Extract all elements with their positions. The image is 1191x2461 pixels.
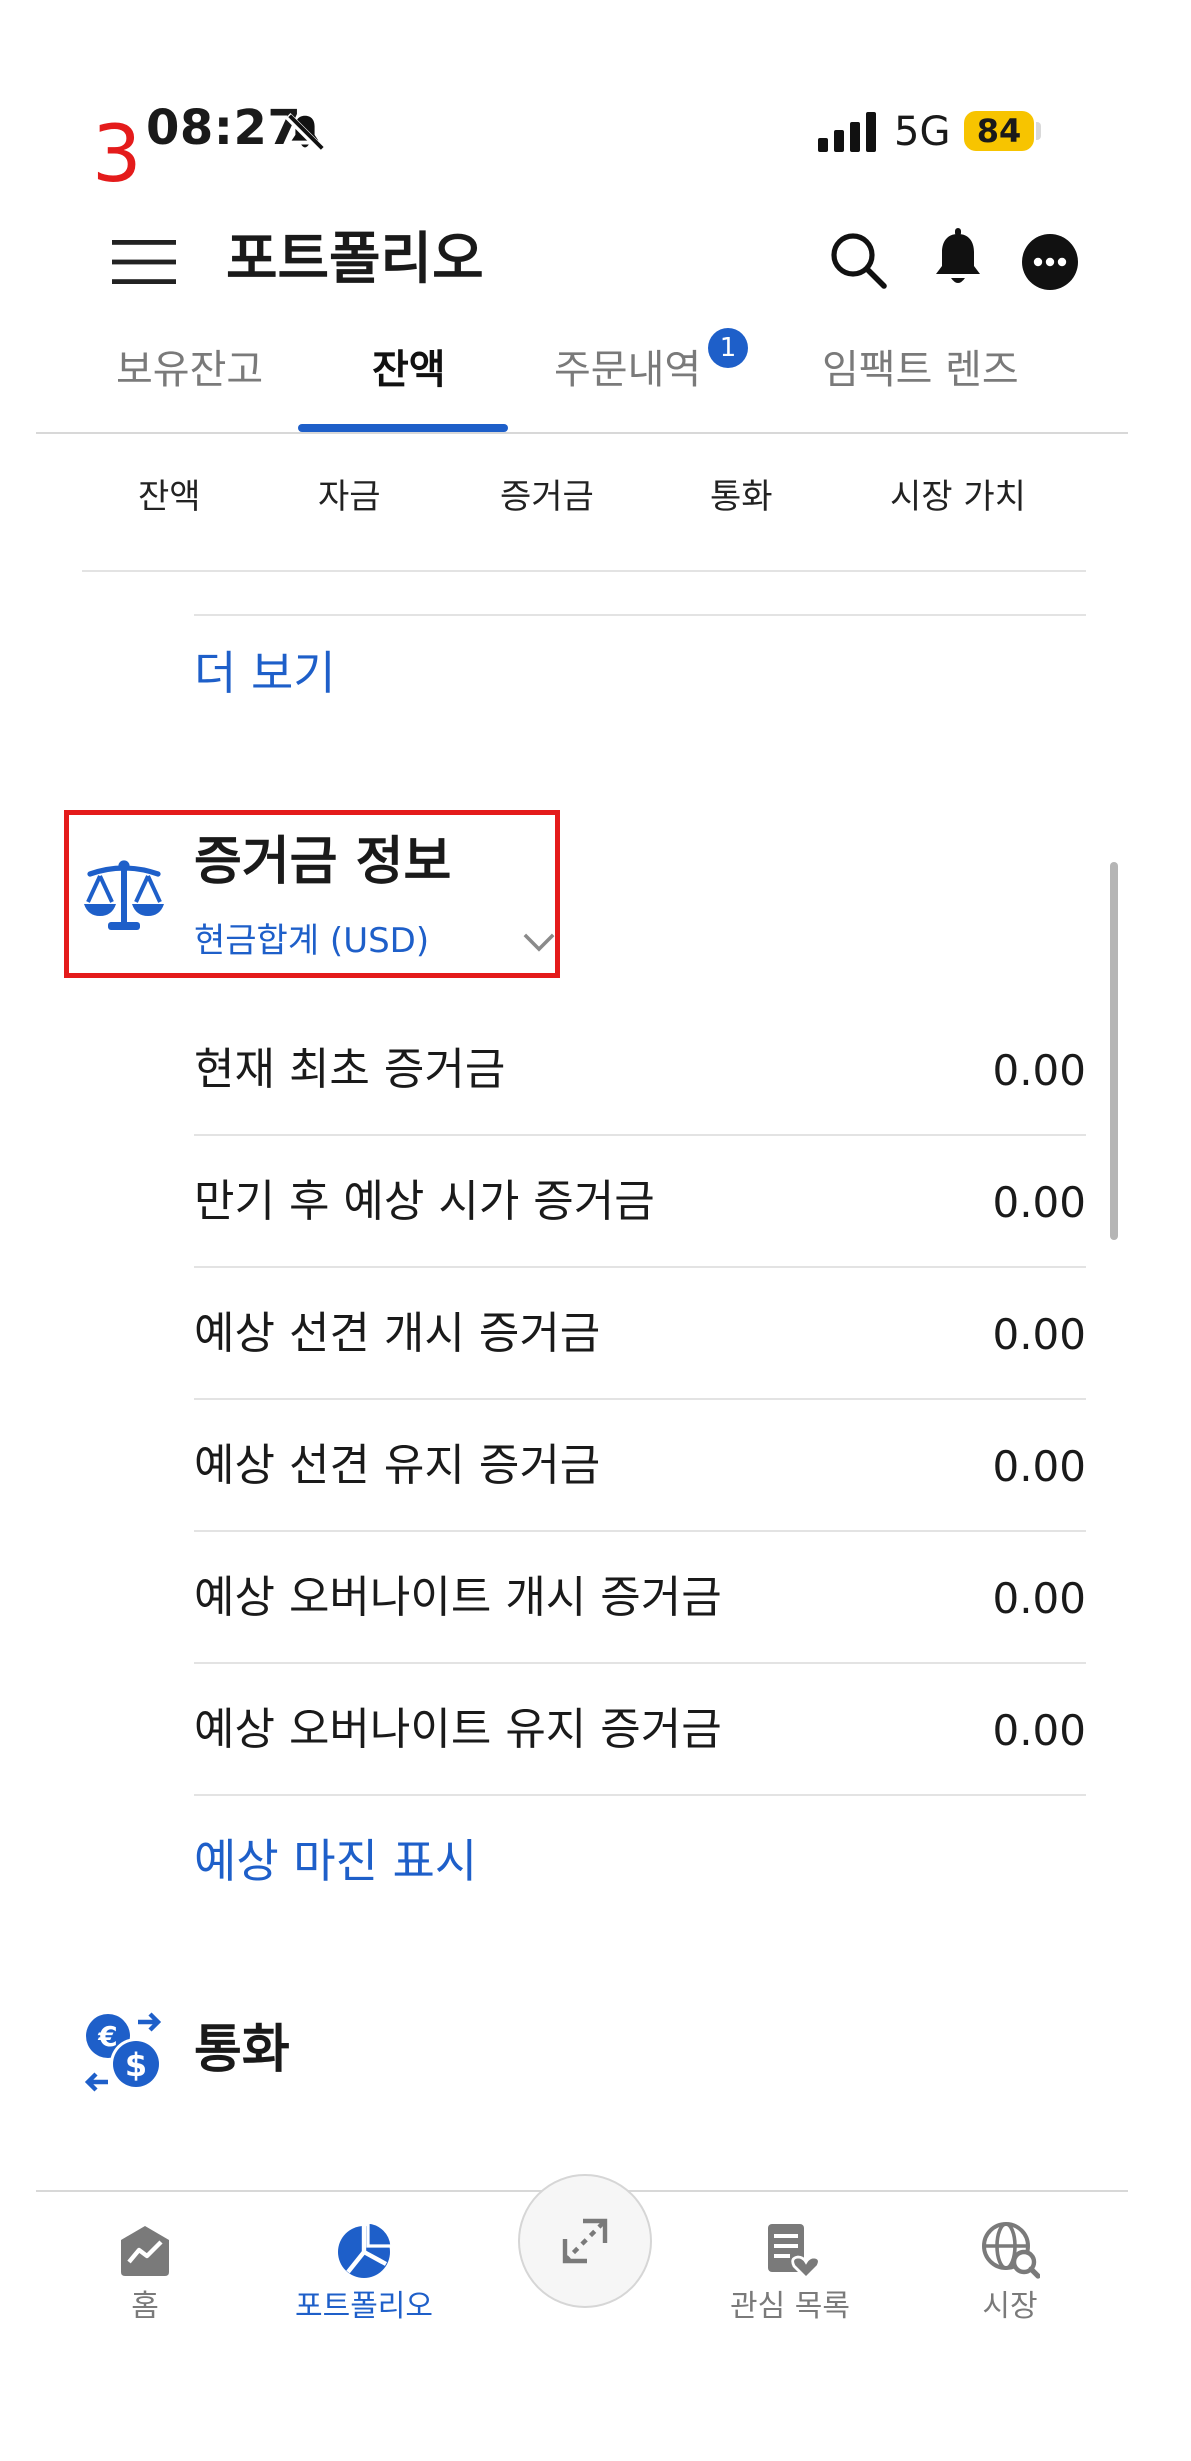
- nav-watchlist[interactable]: 관심 목록: [690, 2206, 890, 2322]
- row-value: 0.00: [992, 1178, 1086, 1227]
- hamburger-menu-icon[interactable]: [112, 240, 176, 284]
- currency-section-title: 통화: [194, 2020, 290, 2080]
- more-options-icon[interactable]: [1022, 234, 1078, 290]
- margin-row: 예상 선견 유지 증거금 0.00: [194, 1400, 1086, 1532]
- row-label: 예상 오버나이트 개시 증거금: [194, 1572, 722, 1623]
- active-tab-indicator: [298, 424, 508, 432]
- subtab-funds[interactable]: 자금: [318, 480, 381, 514]
- row-value: 0.00: [992, 1310, 1086, 1359]
- battery-level: 84: [964, 111, 1034, 151]
- annotation-number: 3: [92, 110, 142, 200]
- watchlist-icon: [768, 2224, 820, 2280]
- subtab-currency[interactable]: 통화: [710, 480, 773, 514]
- subtabs-divider: [82, 570, 1086, 572]
- nav-markets-label: 시장: [982, 2289, 1038, 2324]
- status-time: 08:27: [146, 100, 302, 156]
- nav-home-label: 홈: [131, 2289, 159, 2324]
- margin-row: 만기 후 예상 시가 증거금 0.00: [194, 1136, 1086, 1268]
- margin-info-title: 증거금 정보: [194, 832, 452, 892]
- nav-portfolio[interactable]: 포트폴리오: [264, 2206, 464, 2322]
- margin-row: 예상 선견 개시 증거금 0.00: [194, 1268, 1086, 1400]
- cell-signal-icon: [818, 112, 876, 152]
- globe-search-icon: [982, 2222, 1040, 2279]
- balance-scale-icon: [84, 860, 164, 930]
- subtab-margin[interactable]: 증거금: [500, 480, 594, 514]
- svg-text:€: €: [97, 2020, 117, 2053]
- trade-arrows-icon: [562, 2218, 608, 2264]
- nav-portfolio-label: 포트폴리오: [295, 2289, 433, 2324]
- currency-selector[interactable]: 현금합계 (USD): [194, 924, 429, 958]
- network-type: 5G: [894, 109, 951, 155]
- orders-badge: 1: [708, 328, 748, 368]
- search-icon[interactable]: [828, 230, 888, 290]
- tabs-divider: [36, 432, 1128, 434]
- tab-impact-lens[interactable]: 임팩트 렌즈: [822, 350, 1019, 390]
- scrollbar-thumb[interactable]: [1110, 862, 1118, 1240]
- trade-fab-button[interactable]: [518, 2174, 652, 2308]
- chevron-down-icon[interactable]: [522, 930, 556, 954]
- tab-balance[interactable]: 잔액: [372, 350, 446, 390]
- pie-chart-icon: [338, 2220, 394, 2278]
- bell-muted-icon: [285, 113, 325, 153]
- chart-home-icon: [121, 2226, 169, 2276]
- tab-holdings[interactable]: 보유잔고: [116, 350, 263, 390]
- row-label: 현재 최초 증거금: [194, 1044, 506, 1095]
- row-value: 0.00: [992, 1574, 1086, 1623]
- row-divider: [194, 1794, 1086, 1796]
- show-estimated-margin-link[interactable]: 예상 마진 표시: [194, 1838, 477, 1884]
- margin-row: 예상 오버나이트 유지 증거금 0.00: [194, 1664, 1086, 1796]
- page-title: 포트폴리오: [226, 227, 484, 292]
- subtab-balance[interactable]: 잔액: [138, 480, 201, 514]
- row-label: 예상 선견 유지 증거금: [194, 1440, 601, 1491]
- currency-exchange-icon: € $: [84, 2012, 162, 2092]
- subtab-market-value[interactable]: 시장 가치: [890, 480, 1026, 514]
- notification-bell-icon[interactable]: [930, 228, 986, 288]
- more-link[interactable]: 더 보기: [194, 650, 336, 696]
- row-value: 0.00: [992, 1442, 1086, 1491]
- nav-watchlist-label: 관심 목록: [730, 2289, 850, 2324]
- margin-row: 예상 오버나이트 개시 증거금 0.00: [194, 1532, 1086, 1664]
- row-value: 0.00: [992, 1046, 1086, 1095]
- margin-row: 현재 최초 증거금 0.00: [194, 1004, 1086, 1136]
- nav-home[interactable]: 홈: [45, 2206, 245, 2322]
- battery-tip: [1036, 122, 1041, 140]
- row-label: 예상 오버나이트 유지 증거금: [194, 1704, 722, 1755]
- row-label: 만기 후 예상 시가 증거금: [194, 1176, 655, 1227]
- nav-markets[interactable]: 시장: [910, 2206, 1110, 2322]
- row-value: 0.00: [992, 1706, 1086, 1755]
- row-label: 예상 선견 개시 증거금: [194, 1308, 601, 1359]
- tab-orders[interactable]: 주문내역: [554, 350, 701, 390]
- svg-text:$: $: [125, 2046, 147, 2084]
- list-divider: [194, 614, 1086, 616]
